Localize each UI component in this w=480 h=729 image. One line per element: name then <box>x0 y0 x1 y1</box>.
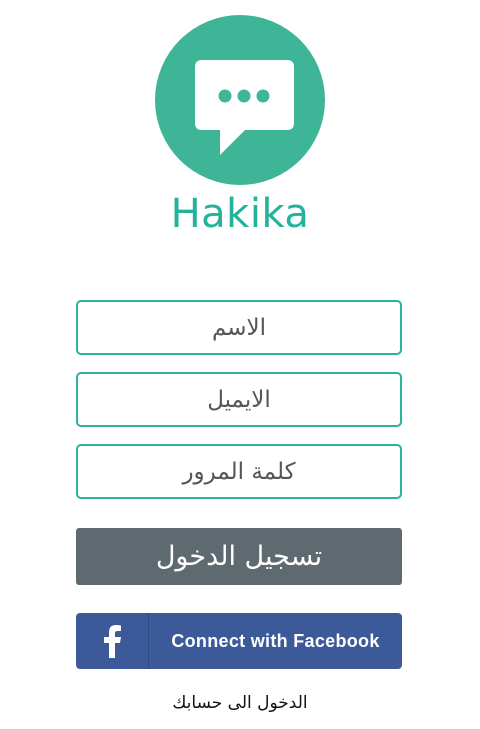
email-field-container <box>76 372 402 427</box>
facebook-icon-box <box>76 613 149 669</box>
email-input[interactable] <box>78 374 400 425</box>
name-input[interactable] <box>78 302 400 353</box>
login-to-account-link[interactable]: الدخول الى حسابك <box>0 693 480 713</box>
register-button[interactable]: تسجيل الدخول <box>76 528 402 585</box>
app-title: Hakika <box>170 191 310 237</box>
password-input[interactable] <box>78 446 400 497</box>
facebook-f-icon <box>104 625 121 658</box>
chat-bubble-dots-icon <box>195 60 294 155</box>
facebook-button-label: Connect with Facebook <box>171 631 380 651</box>
password-field-container <box>76 444 402 499</box>
name-field-container <box>76 300 402 355</box>
app-logo <box>155 15 325 185</box>
facebook-connect-button[interactable]: Connect with Facebook <box>76 613 402 669</box>
